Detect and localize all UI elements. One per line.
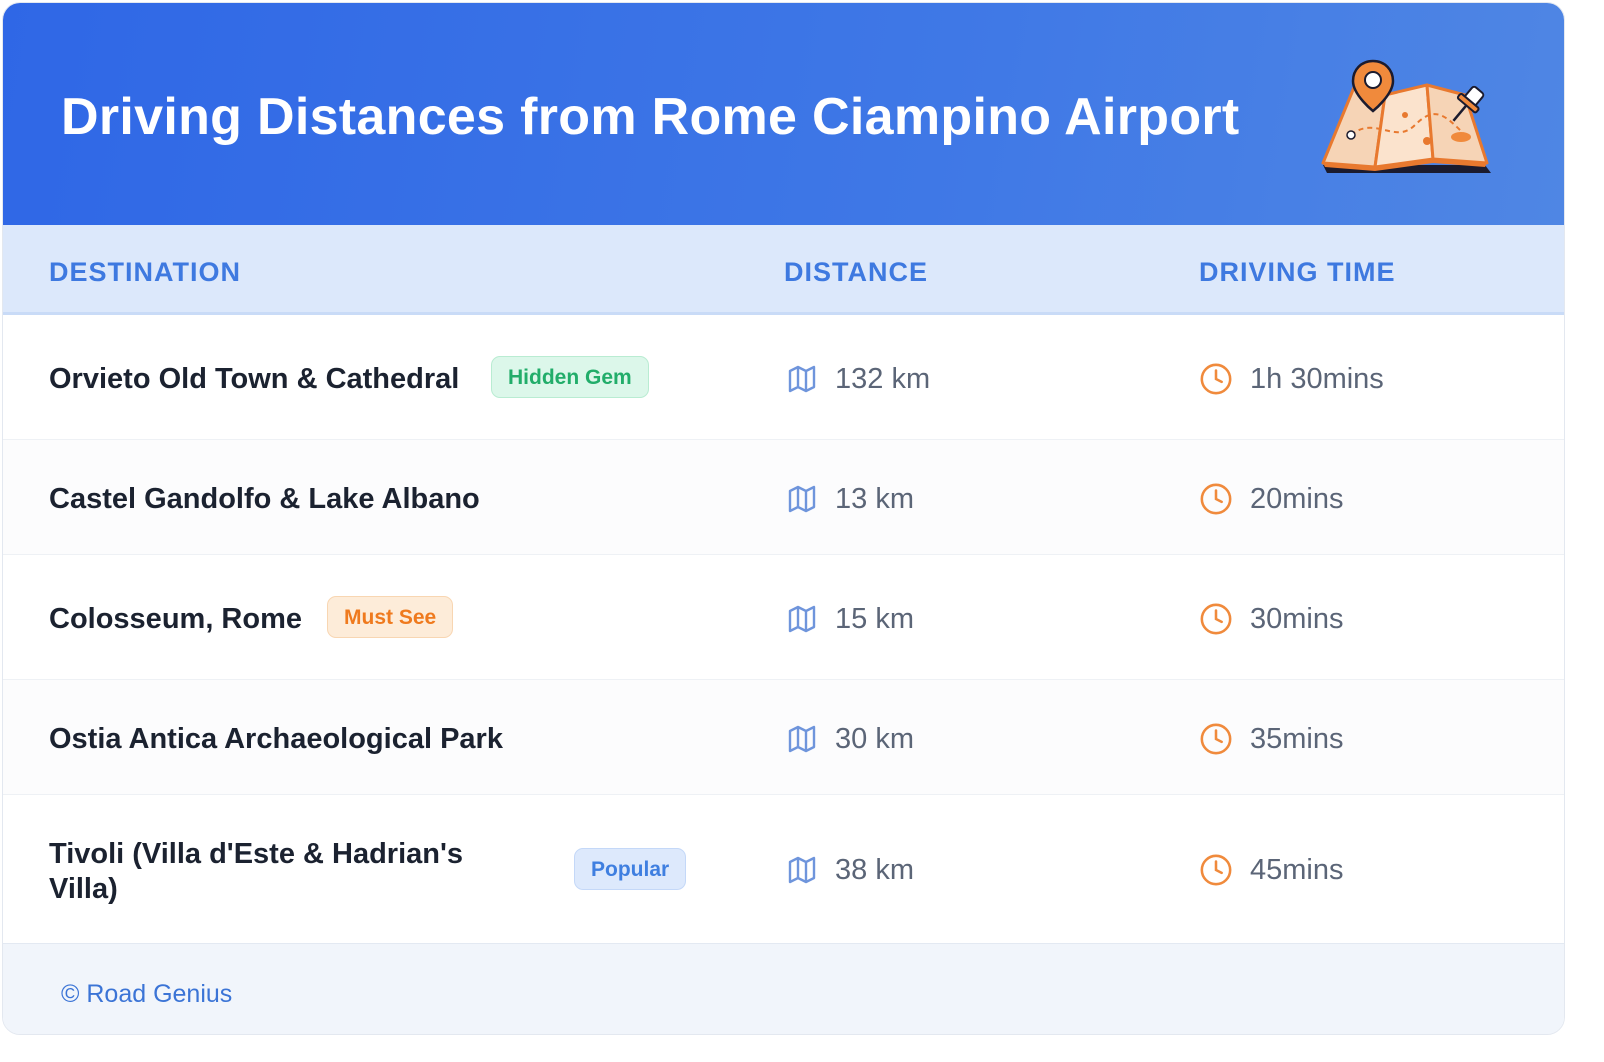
distance-card: Driving Distances from Rome Ciampino Air…	[2, 2, 1565, 1035]
distance-value: 38 km	[835, 854, 914, 886]
folded-map-with-pins-icon	[1321, 59, 1491, 173]
driving-time-value: 20mins	[1250, 483, 1344, 515]
card-footer: © Road Genius	[3, 943, 1564, 1034]
clock-icon	[1200, 483, 1232, 515]
map-icon	[788, 365, 816, 393]
table-header: DESTINATION DISTANCE DRIVING TIME	[3, 225, 1564, 315]
destination-name: Orvieto Old Town & Cathedral	[49, 363, 460, 395]
distance-value: 132 km	[835, 363, 931, 395]
map-icon	[788, 856, 816, 884]
footer-credit: © Road Genius	[61, 980, 233, 1008]
destination-name: Tivoli (Villa d'Este & Hadrian's Villa)	[49, 838, 464, 905]
destination-name: Ostia Antica Archaeological Park	[49, 723, 503, 755]
clock-icon	[1200, 363, 1232, 395]
driving-time-value: 35mins	[1250, 723, 1344, 755]
badge-hidden-gem: Hidden Gem	[491, 356, 649, 398]
destination-name: Colosseum, Rome	[49, 603, 302, 635]
driving-time-value: 1h 30mins	[1250, 363, 1384, 395]
card-header: Driving Distances from Rome Ciampino Air…	[3, 3, 1564, 225]
column-header-destination: DESTINATION	[49, 257, 241, 287]
badge-popular: Popular	[574, 848, 687, 890]
page-title: Driving Distances from Rome Ciampino Air…	[61, 88, 1240, 146]
distance-value: 15 km	[835, 603, 914, 635]
table-row: Ostia Antica Archaeological Park 30 km 3…	[3, 680, 1564, 795]
table-row: Castel Gandolfo & Lake Albano 13 km 20mi…	[3, 440, 1564, 555]
clock-icon	[1200, 854, 1232, 886]
map-icon	[788, 725, 816, 753]
column-header-distance: DISTANCE	[784, 257, 929, 287]
driving-time-value: 45mins	[1250, 854, 1344, 886]
distance-value: 13 km	[835, 483, 914, 515]
driving-time-value: 30mins	[1250, 603, 1344, 635]
destination-name: Castel Gandolfo & Lake Albano	[49, 483, 480, 515]
map-icon	[788, 605, 816, 633]
table-row: Orvieto Old Town & Cathedral Hidden Gem …	[3, 315, 1564, 440]
table-row: Tivoli (Villa d'Este & Hadrian's Villa) …	[3, 795, 1564, 943]
badge-must-see: Must See	[327, 596, 454, 638]
table-row: Colosseum, Rome Must See 15 km 30mins	[3, 555, 1564, 680]
clock-icon	[1200, 603, 1232, 635]
column-header-driving-time: DRIVING TIME	[1199, 257, 1396, 287]
distance-value: 30 km	[835, 723, 914, 755]
map-icon	[788, 485, 816, 513]
clock-icon	[1200, 723, 1232, 755]
